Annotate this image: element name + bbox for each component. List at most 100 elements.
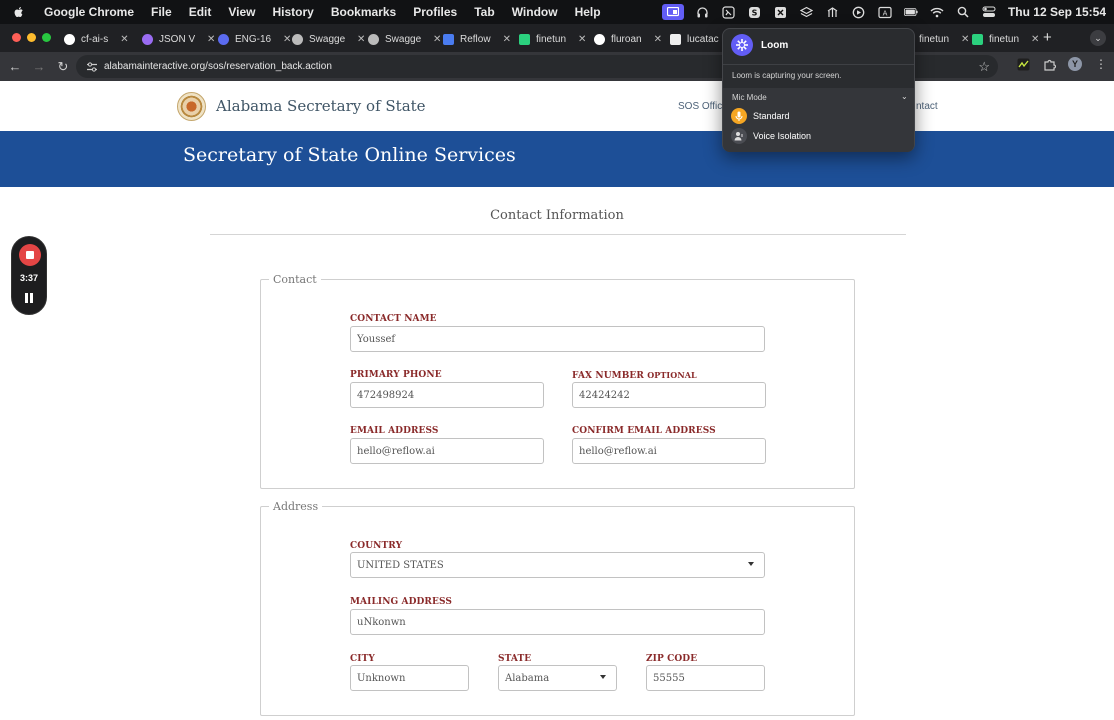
back-button[interactable]: ← [3,59,27,74]
menu-profiles[interactable]: Profiles [413,5,457,19]
new-tab-button[interactable]: + [1043,29,1052,46]
bookmark-star-icon[interactable]: ☆ [978,59,990,75]
menu-history[interactable]: History [273,5,314,19]
tab-title: Reflow [460,33,491,45]
mic-option-standard[interactable]: Standard [731,108,790,124]
tab-title: finetun [989,33,1020,45]
close-window-button[interactable] [12,33,21,42]
loom-status-text: Loom is capturing your screen. [732,71,842,80]
browser-tab[interactable]: JSON V ✕ [136,28,221,50]
site-header: Alabama Secretary of State SOS Offic nta… [0,81,1114,131]
play-circle-icon[interactable] [852,5,866,19]
tab-title: finetun [536,33,567,45]
network-icon[interactable] [826,5,840,19]
menu-tab[interactable]: Tab [474,5,494,19]
close-tab-icon[interactable]: ✕ [503,34,511,45]
menu-file[interactable]: File [151,5,172,19]
phone-app-icon[interactable] [722,5,736,19]
section-title: Contact Information [490,208,624,223]
country-select[interactable]: UNITED STATES [350,552,765,578]
mic-option-label: Voice Isolation [753,131,812,141]
contact-name-input[interactable] [350,326,765,352]
email-address-label: EMAIL ADDRESS [350,426,439,436]
chevron-down-icon[interactable]: ⌄ [901,92,908,101]
svg-text:A: A [883,9,888,17]
forward-button[interactable]: → [27,59,51,74]
fax-number-input[interactable] [572,382,766,408]
dropdown-caret-icon [748,562,754,566]
loom-status-icon[interactable] [661,4,684,20]
skype-icon[interactable]: S [748,5,762,19]
spotlight-search-icon[interactable] [956,5,970,19]
close-tab-icon[interactable]: ✕ [1031,34,1039,45]
site-title[interactable]: Alabama Secretary of State [216,97,426,115]
browser-tab[interactable]: cf-ai-s ✕ [58,28,135,50]
close-tab-icon[interactable]: ✕ [120,34,128,45]
recording-timer: 3:37 [19,273,38,283]
browser-tab[interactable]: finetun ✕ [513,28,592,50]
close-tab-icon[interactable]: ✕ [578,34,586,45]
nav-link-contact[interactable]: ntact [916,101,938,112]
mailing-address-label: MAILING ADDRESS [350,597,452,607]
site-settings-icon[interactable] [86,61,98,73]
close-app-icon[interactable] [774,5,788,19]
nav-link-sos-offices[interactable]: SOS Offic [678,101,722,112]
menu-view[interactable]: View [228,5,255,19]
menu-app-name[interactable]: Google Chrome [44,5,134,19]
minimize-window-button[interactable] [27,33,36,42]
url-text: alabamainteractive.org/sos/reservation_b… [104,61,332,72]
swagger-icon [292,33,303,45]
contact-legend: Contact [273,273,317,286]
tab-title: lucatac [687,33,719,45]
maximize-window-button[interactable] [42,33,51,42]
pause-recording-button[interactable] [25,293,35,305]
profile-avatar[interactable]: Y [1068,57,1082,71]
state-label: STATE [498,654,532,664]
browser-tab[interactable]: Swagge ✕ [362,28,447,50]
mic-option-voice-isolation[interactable]: Voice Isolation [731,128,811,144]
web-page: Alabama Secretary of State SOS Offic nta… [0,81,1114,720]
wifi-icon[interactable] [930,5,944,19]
close-tab-icon[interactable]: ✕ [654,34,662,45]
extensions-puzzle-icon[interactable] [1042,57,1056,71]
menu-bookmarks[interactable]: Bookmarks [331,5,396,19]
page-banner: Secretary of State Online Services [0,131,1114,187]
mic-mode-label[interactable]: Mic Mode [732,93,767,102]
tab-search-button[interactable]: ⌄ [1090,30,1106,46]
battery-icon[interactable] [903,5,918,19]
svg-text:S: S [752,8,758,17]
control-center-icon[interactable] [982,5,996,19]
state-select[interactable]: Alabama [498,665,617,691]
browser-tab[interactable]: Reflow ✕ [437,28,517,50]
browser-tab[interactable]: Swagge ✕ [286,28,371,50]
menu-edit[interactable]: Edit [189,5,212,19]
menu-bar-clock[interactable]: Thu 12 Sep 15:54 [1008,5,1106,19]
extension-chart-icon[interactable] [1016,57,1030,71]
browser-tab[interactable]: fluroan ✕ [588,28,668,50]
mic-option-label: Standard [753,111,790,121]
stop-recording-button[interactable] [19,244,41,266]
headphones-icon[interactable] [696,5,710,19]
zip-code-input[interactable] [646,665,765,691]
confirm-email-input[interactable] [572,438,766,464]
browser-tab[interactable]: finetun ✕ [966,28,1045,50]
tab-title: cf-ai-s [81,33,109,45]
apple-icon[interactable] [12,5,26,19]
keyboard-input-icon[interactable]: A [878,5,892,19]
browser-tab[interactable]: ENG-16 ✕ [212,28,297,50]
state-seal-logo[interactable] [177,92,206,121]
browser-menu-icon[interactable]: ⋮ [1094,57,1108,71]
mailing-address-input[interactable] [350,609,765,635]
google-icon [594,33,605,45]
menu-window[interactable]: Window [512,5,558,19]
stop-icon [26,251,34,259]
layers-icon[interactable] [800,5,814,19]
primary-phone-input[interactable] [350,382,544,408]
dropdown-caret-icon [600,675,606,679]
menu-help[interactable]: Help [575,5,601,19]
email-address-input[interactable] [350,438,544,464]
browser-tab[interactable]: lucatac [664,28,725,50]
reload-button[interactable]: ↻ [51,59,75,75]
finetune-icon [972,33,983,45]
city-input[interactable] [350,665,469,691]
